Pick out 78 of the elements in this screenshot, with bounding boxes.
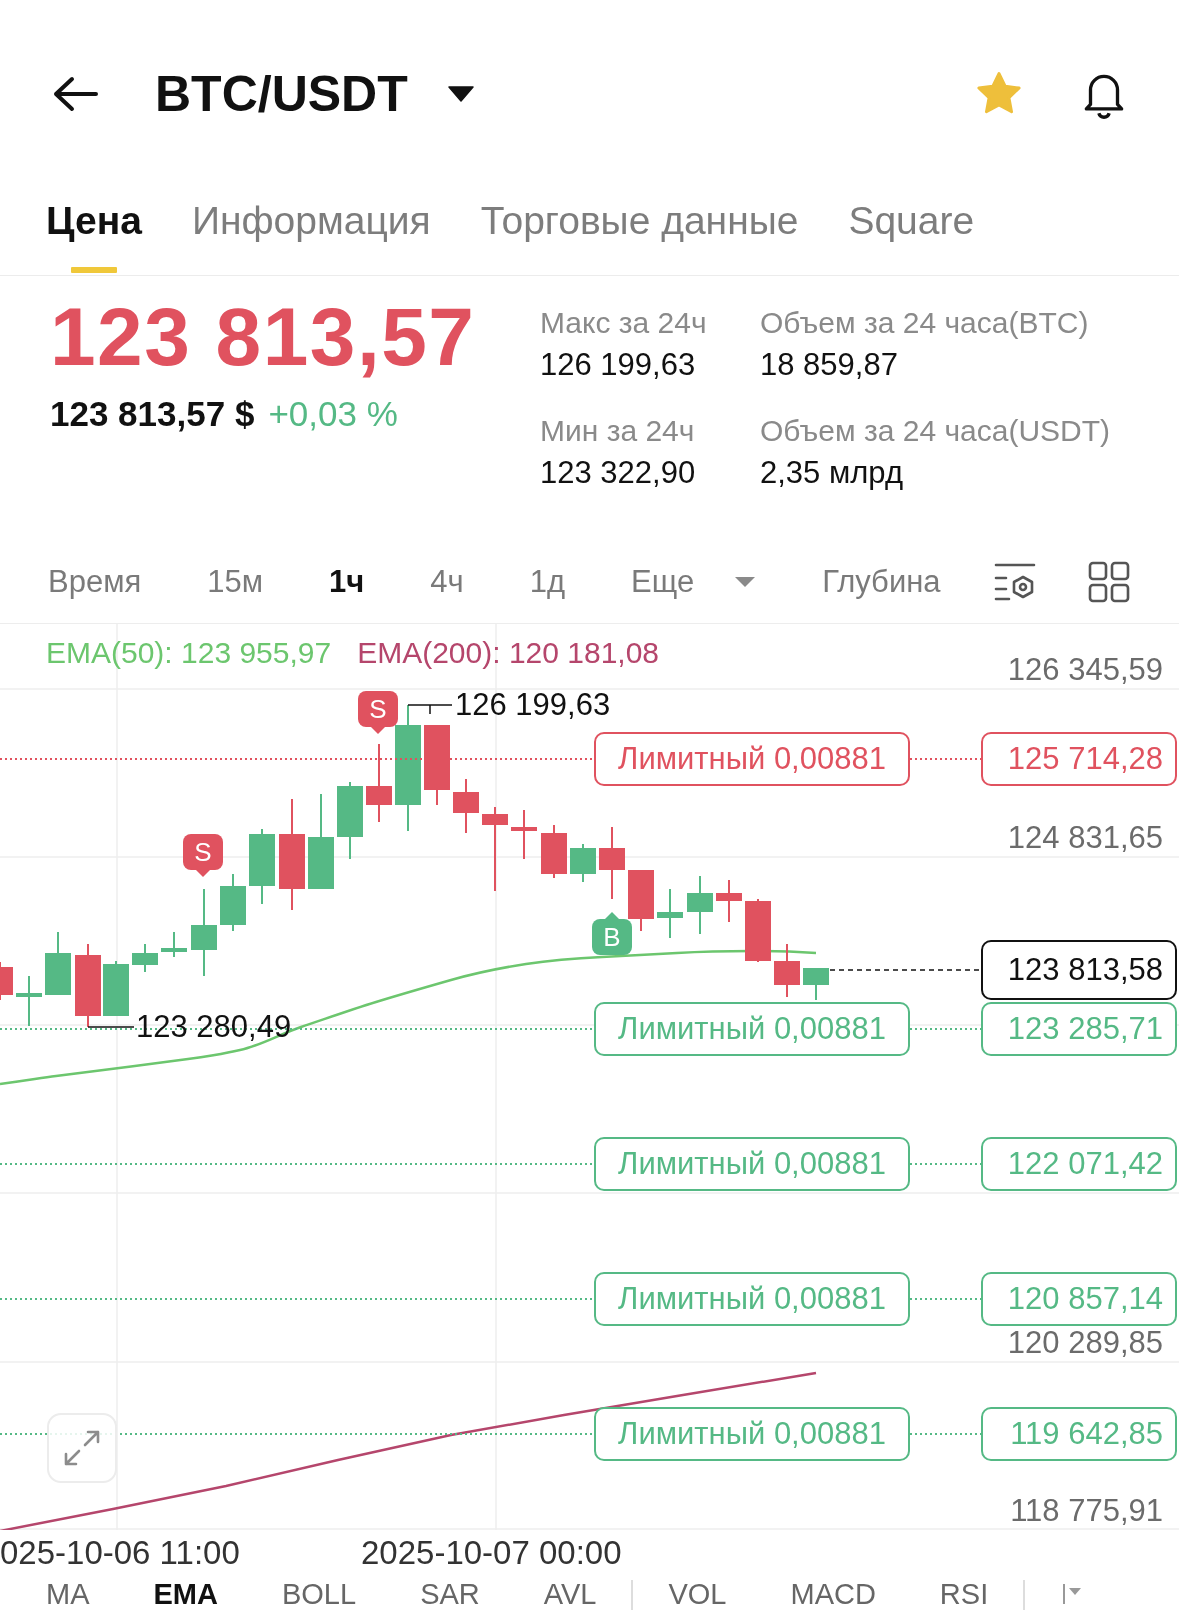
order-price-tag: 119 642,85 <box>981 1407 1177 1461</box>
stat-label: Объем за 24 часа(USDT) <box>760 413 1111 449</box>
indicator-tab[interactable]: AVL <box>543 1578 597 1610</box>
ema-legend: EMA(50): 123 955,97 <box>46 634 332 672</box>
ema-legend: EMA(200): 120 181,08 <box>357 634 660 672</box>
interval-tab[interactable]: 1д <box>529 561 566 602</box>
current-price-tag: 123 813,58 <box>981 940 1177 1000</box>
stat-label: Макс за 24ч <box>540 305 708 341</box>
time-label: 2025-10-07 00:00 <box>361 1533 623 1573</box>
candle <box>453 778 479 834</box>
candle <box>716 879 742 923</box>
candle <box>687 875 713 935</box>
axis-label: 124 831,65 <box>1007 820 1163 856</box>
candle <box>45 931 71 996</box>
grid-icon[interactable] <box>1087 560 1131 603</box>
order-price-tag: 123 285,71 <box>981 1002 1177 1056</box>
order-tag: Лимитный 0,00881 <box>594 1407 910 1461</box>
stat-value: 18 859,87 <box>760 346 899 384</box>
last-price: 123 813,57 <box>50 296 477 378</box>
indicator-tab[interactable]: BOLL <box>281 1578 357 1610</box>
back-icon[interactable] <box>52 76 98 112</box>
indicator-tab[interactable]: MA <box>46 1578 90 1610</box>
stat-label: Объем за 24 часа(BTC) <box>760 305 1090 341</box>
pair-dropdown[interactable]: BTC/USDT <box>155 65 474 123</box>
indicator-tab[interactable]: SAR <box>420 1578 480 1610</box>
interval-tab[interactable]: Глубина <box>822 561 941 602</box>
expand-button[interactable] <box>47 1413 117 1483</box>
candle <box>0 961 13 1001</box>
axis-label: 120 289,85 <box>1007 1325 1163 1361</box>
caret-icon <box>734 575 757 588</box>
candle <box>220 873 246 932</box>
stat-value: 126 199,63 <box>540 346 697 384</box>
expand-icon <box>62 1428 102 1468</box>
order-price-tag: 120 857,14 <box>981 1272 1177 1326</box>
more-dropdown[interactable]: Еще <box>631 561 757 602</box>
order-price-tag: 122 071,42 <box>981 1137 1177 1191</box>
axis-label: 126 345,59 <box>1007 652 1163 688</box>
fiat-price: 123 813,57 $ <box>50 393 255 435</box>
candle <box>511 809 537 860</box>
order-tag: Лимитный 0,00881 <box>594 1137 910 1191</box>
tab[interactable]: Торговые данные <box>480 188 799 275</box>
price-change: +0,03 % <box>268 393 398 435</box>
tab[interactable]: Square <box>848 188 975 275</box>
indicator-tab[interactable]: EMA <box>153 1578 218 1610</box>
tab[interactable]: Цена <box>46 188 142 275</box>
leader-line <box>87 1026 135 1028</box>
candle <box>103 960 129 1017</box>
interval-tab[interactable]: 15м <box>207 561 264 602</box>
order-tag: Лимитный 0,00881 <box>594 732 910 786</box>
indicator-tab[interactable]: VOL <box>668 1578 727 1610</box>
indicator-tab[interactable]: MACD <box>790 1578 876 1610</box>
candle <box>628 869 654 932</box>
order-tag: Лимитный 0,00881 <box>594 1002 910 1056</box>
candle <box>570 843 596 883</box>
order-tag: Лимитный 0,00881 <box>594 1272 910 1326</box>
caret-icon <box>447 86 474 102</box>
candle <box>657 888 683 939</box>
interval-tab[interactable]: 4ч <box>430 561 464 602</box>
high-price-label: 126 199,63 <box>455 687 611 723</box>
stat-value: 2,35 млрд <box>760 454 904 492</box>
interval-tab[interactable]: 1ч <box>329 561 365 602</box>
time-label: 025-10-06 11:00 <box>0 1533 241 1573</box>
low-price-label: 123 280,49 <box>136 1009 292 1045</box>
axis-label: 118 775,91 <box>1010 1493 1163 1529</box>
stat-label: Мин за 24ч <box>540 413 696 449</box>
interval-tab[interactable]: Время <box>48 561 142 602</box>
indicator-tab[interactable]: RSI <box>939 1578 989 1610</box>
order-price-tag: 125 714,28 <box>981 732 1177 786</box>
leader-line <box>407 704 453 715</box>
candle <box>803 967 829 1001</box>
candle <box>745 898 771 963</box>
candle <box>16 975 42 1027</box>
candle <box>132 943 158 973</box>
stat-value: 123 322,90 <box>540 454 697 492</box>
candle <box>541 824 567 879</box>
tab[interactable]: Информация <box>191 188 431 275</box>
candle <box>774 943 800 998</box>
candle <box>161 931 187 958</box>
